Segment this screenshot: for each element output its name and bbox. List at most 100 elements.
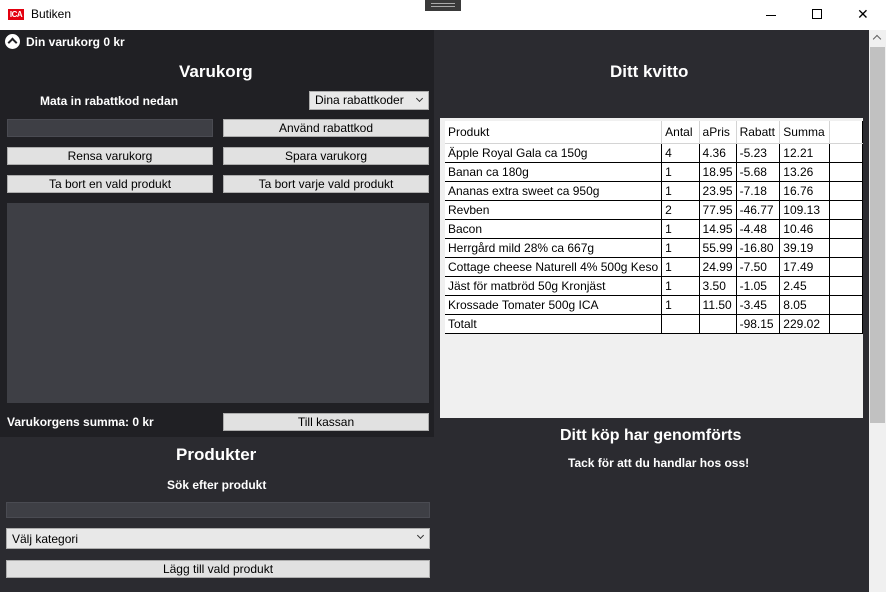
save-cart-button[interactable]: Spara varukorg (223, 147, 429, 165)
table-cell-filler (829, 142, 863, 163)
table-cell: 1 (661, 237, 700, 258)
table-cell: 109.13 (779, 199, 831, 220)
discount-code-input[interactable] (7, 119, 213, 137)
category-dropdown[interactable]: Välj kategori (6, 528, 430, 549)
table-cell: -1.05 (735, 275, 781, 296)
column-header[interactable]: Rabatt (736, 121, 781, 144)
table-cell: 11.50 (698, 294, 737, 315)
table-row[interactable]: Cottage cheese Naturell 4% 500g Keso 1 24.… (445, 256, 863, 277)
table-cell (698, 313, 737, 334)
minimize-button[interactable] (748, 0, 794, 30)
add-selected-product-button[interactable]: Lägg till vald produkt (6, 560, 430, 578)
column-header[interactable]: Produkt (445, 121, 663, 144)
table-cell: 18.95 (698, 161, 737, 182)
title-bar[interactable]: ICA Butiken ✕ (0, 0, 886, 30)
table-row[interactable]: Krossade Tomater 500g ICA 1 11.50 -3.45 8.05 (445, 294, 863, 315)
table-cell: -7.18 (735, 180, 781, 201)
table-cell: 4 (661, 142, 700, 163)
close-button[interactable]: ✕ (840, 0, 886, 30)
table-cell-filler (829, 237, 863, 258)
drag-grip-icon[interactable] (425, 0, 461, 11)
table-row[interactable]: Bacon 1 14.95 -4.48 10.46 (445, 218, 863, 239)
clear-cart-button[interactable]: Rensa varukorg (7, 147, 213, 165)
table-cell: -16.80 (735, 237, 781, 258)
table-cell: -3.45 (735, 294, 781, 315)
apply-discount-button[interactable]: Använd rabattkod (223, 119, 429, 137)
table-cell: Jäst för matbröd 50g Kronjäst (445, 275, 663, 296)
discount-prompt: Mata in rabattkod nedan (40, 94, 179, 108)
table-cell-filler (829, 180, 863, 201)
receipt-header-row: Produkt Antal aPris Rabatt Summa (445, 121, 863, 144)
scroll-up-icon[interactable] (872, 34, 882, 44)
products-heading: Produkter (176, 445, 257, 464)
table-cell: Revben (445, 199, 663, 220)
products-panel: Produkter Sök efter produkt Välj kategor… (0, 437, 434, 592)
table-cell: 8.05 (779, 294, 831, 315)
close-icon: ✕ (857, 6, 869, 22)
column-header[interactable]: Summa (779, 121, 831, 144)
chevron-down-icon (416, 531, 425, 540)
column-header[interactable]: aPris (699, 121, 737, 144)
receipt-table: Produkt Antal aPris Rabatt Summa Äpple R… (445, 121, 863, 334)
table-cell: 10.46 (779, 218, 831, 239)
table-cell: Totalt (445, 313, 663, 334)
table-cell: 2.45 (779, 275, 831, 296)
column-header-filler (829, 121, 863, 144)
table-cell: -4.48 (735, 218, 781, 239)
table-cell-filler (829, 294, 863, 315)
table-row[interactable]: Äpple Royal Gala ca 150g 4 4.36 -5.23 12.21 (445, 142, 863, 163)
table-cell-filler (829, 199, 863, 220)
thanks-message: Tack för att du handlar hos oss! (568, 456, 750, 470)
table-cell: -5.68 (735, 161, 781, 182)
table-cell: 1 (661, 275, 700, 296)
table-cell: 1 (661, 180, 700, 201)
table-row[interactable]: Totalt -98.15 229.02 (445, 313, 863, 334)
product-search-label: Sök efter produkt (167, 478, 267, 492)
product-search-input[interactable] (6, 502, 430, 518)
vertical-scrollbar[interactable] (869, 30, 886, 592)
table-cell-filler (829, 256, 863, 277)
collapse-icon[interactable] (5, 34, 20, 49)
table-row[interactable]: Herrgård mild 28% ca 667g 1 55.99 -16.80 39.… (445, 237, 863, 258)
table-cell: 1 (661, 294, 700, 315)
table-cell-filler (829, 161, 863, 182)
receipt-heading: Ditt kvitto (610, 62, 689, 81)
cart-panel: Varukorg Mata in rabattkod nedan Dina ra… (0, 53, 434, 437)
table-cell: Krossade Tomater 500g ICA (445, 294, 663, 315)
scroll-thumb[interactable] (870, 47, 885, 423)
receipt-grid[interactable]: Produkt Antal aPris Rabatt Summa Äpple R… (440, 118, 863, 418)
table-row[interactable]: Revben 2 77.95 -46.77 109.13 (445, 199, 863, 220)
table-cell: 14.95 (698, 218, 737, 239)
maximize-button[interactable] (794, 0, 840, 30)
table-cell: 39.19 (779, 237, 831, 258)
ica-logo-icon: ICA (8, 9, 24, 20)
table-row[interactable]: Banan ca 180g 1 18.95 -5.68 13.26 (445, 161, 863, 182)
table-cell: Bacon (445, 218, 663, 239)
table-cell: 1 (661, 161, 700, 182)
discount-codes-dropdown[interactable]: Dina rabattkoder (309, 91, 429, 110)
cart-sum-label: Varukorgens summa: 0 kr (7, 415, 154, 429)
table-cell: -46.77 (735, 199, 781, 220)
table-cell: Banan ca 180g (445, 161, 663, 182)
table-cell: Herrgård mild 28% ca 667g (445, 237, 663, 258)
category-dropdown-label: Välj kategori (12, 532, 79, 546)
table-cell (661, 313, 700, 334)
cart-summary-bar: Din varukorg 0 kr (0, 30, 434, 53)
table-cell: 16.76 (779, 180, 831, 201)
remove-each-product-button[interactable]: Ta bort varje vald produkt (223, 175, 429, 193)
table-cell: 12.21 (779, 142, 831, 163)
table-cell: 1 (661, 256, 700, 277)
table-cell: Cottage cheese Naturell 4% 500g Keso (445, 256, 663, 277)
cart-items-list[interactable] (7, 203, 429, 403)
table-cell: 13.26 (779, 161, 831, 182)
table-cell: -98.15 (735, 313, 781, 334)
table-row[interactable]: Ananas extra sweet ca 950g 1 23.95 -7.18 16.… (445, 180, 863, 201)
column-header[interactable]: Antal (661, 121, 700, 144)
table-cell: -7.50 (735, 256, 781, 277)
table-cell: 55.99 (698, 237, 737, 258)
table-cell: 77.95 (698, 199, 737, 220)
maximize-icon (812, 9, 822, 19)
checkout-button[interactable]: Till kassan (223, 413, 429, 431)
remove-one-product-button[interactable]: Ta bort en vald produkt (7, 175, 213, 193)
table-row[interactable]: Jäst för matbröd 50g Kronjäst 1 3.50 -1.05 2… (445, 275, 863, 296)
